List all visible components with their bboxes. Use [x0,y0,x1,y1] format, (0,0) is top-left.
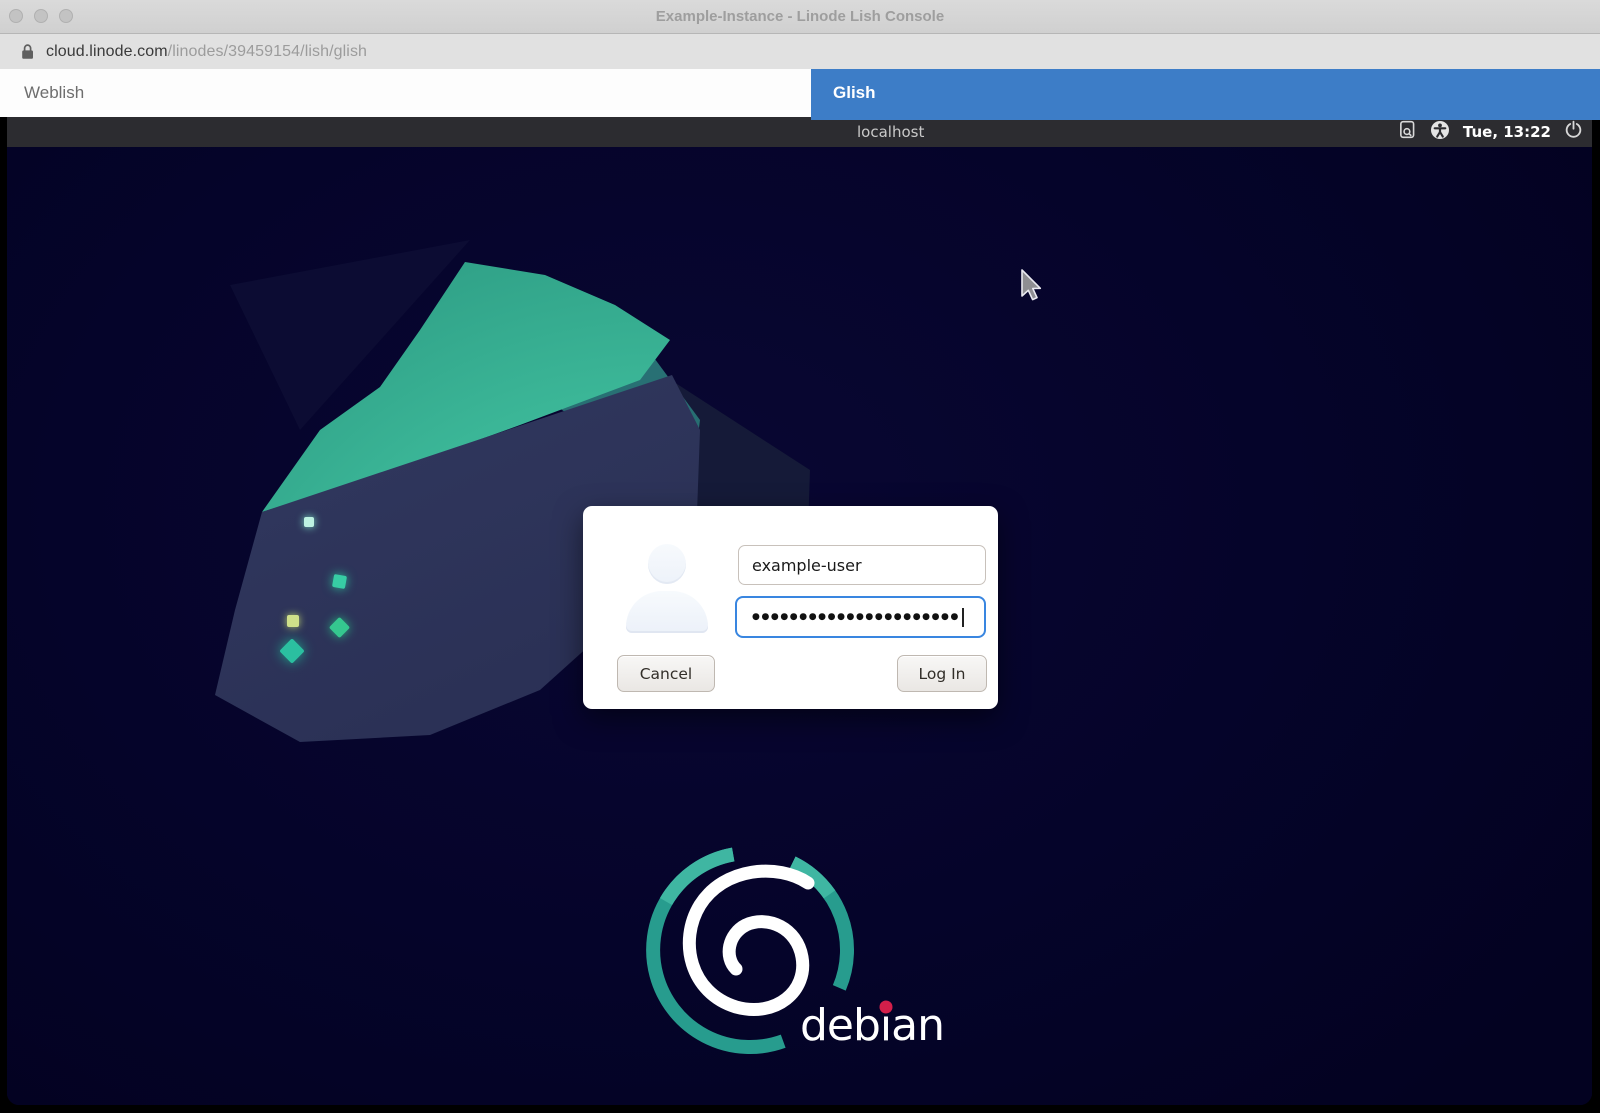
debian-wordmark: debian [800,1000,944,1051]
power-icon[interactable] [1564,120,1583,144]
window-title: Example-Instance - Linode Lish Console [0,0,1600,33]
gnome-top-bar: localhost [7,117,1592,147]
text-caret [962,608,964,627]
glish-console-area: localhost [0,117,1600,1113]
tab-glish[interactable]: Glish [811,69,1600,120]
wallpaper-particle [304,517,314,527]
accessibility-icon[interactable] [1430,120,1450,145]
url-text[interactable]: cloud.linode.com/linodes/39459154/lish/g… [46,43,367,61]
close-window-button[interactable] [9,9,23,23]
debian-red-dot [880,1001,893,1014]
login-dialog: example-user ●●●●●●●●●●●●●●●●●●●●●● Canc… [583,506,998,709]
traffic-lights [9,9,73,23]
minimize-window-button[interactable] [34,9,48,23]
debian-logo: debian [640,845,960,1085]
password-dots: ●●●●●●●●●●●●●●●●●●●●●● [752,612,960,622]
cancel-button[interactable]: Cancel [617,655,715,692]
console-tab-bar: Weblish Glish [0,69,1600,117]
avatar-body [626,591,708,633]
username-input[interactable]: example-user [738,545,986,585]
screen-share-icon[interactable] [1398,120,1417,144]
browser-address-bar[interactable]: cloud.linode.com/linodes/39459154/lish/g… [0,34,1600,70]
window-titlebar: Example-Instance - Linode Lish Console [0,0,1600,34]
debian-swirl [689,871,808,1009]
desktop: example-user ●●●●●●●●●●●●●●●●●●●●●● Canc… [7,147,1592,1105]
hostname-label: localhost [857,117,924,147]
clock-label[interactable]: Tue, 13:22 [1463,123,1551,141]
lock-icon[interactable] [20,43,35,60]
mouse-cursor [1020,269,1044,308]
avatar-head [648,544,686,584]
user-avatar [626,544,708,639]
password-input[interactable]: ●●●●●●●●●●●●●●●●●●●●●● [735,596,986,638]
tab-weblish[interactable]: Weblish [0,69,810,117]
log-in-button[interactable]: Log In [897,655,987,692]
remote-screen: localhost [7,117,1592,1105]
zoom-window-button[interactable] [59,9,73,23]
wallpaper-particle [287,615,299,627]
wallpaper-particle [332,574,347,589]
url-path: /linodes/39459154/lish/glish [168,43,367,60]
top-bar-status-area: Tue, 13:22 [1398,117,1583,147]
url-domain: cloud.linode.com [46,43,168,60]
